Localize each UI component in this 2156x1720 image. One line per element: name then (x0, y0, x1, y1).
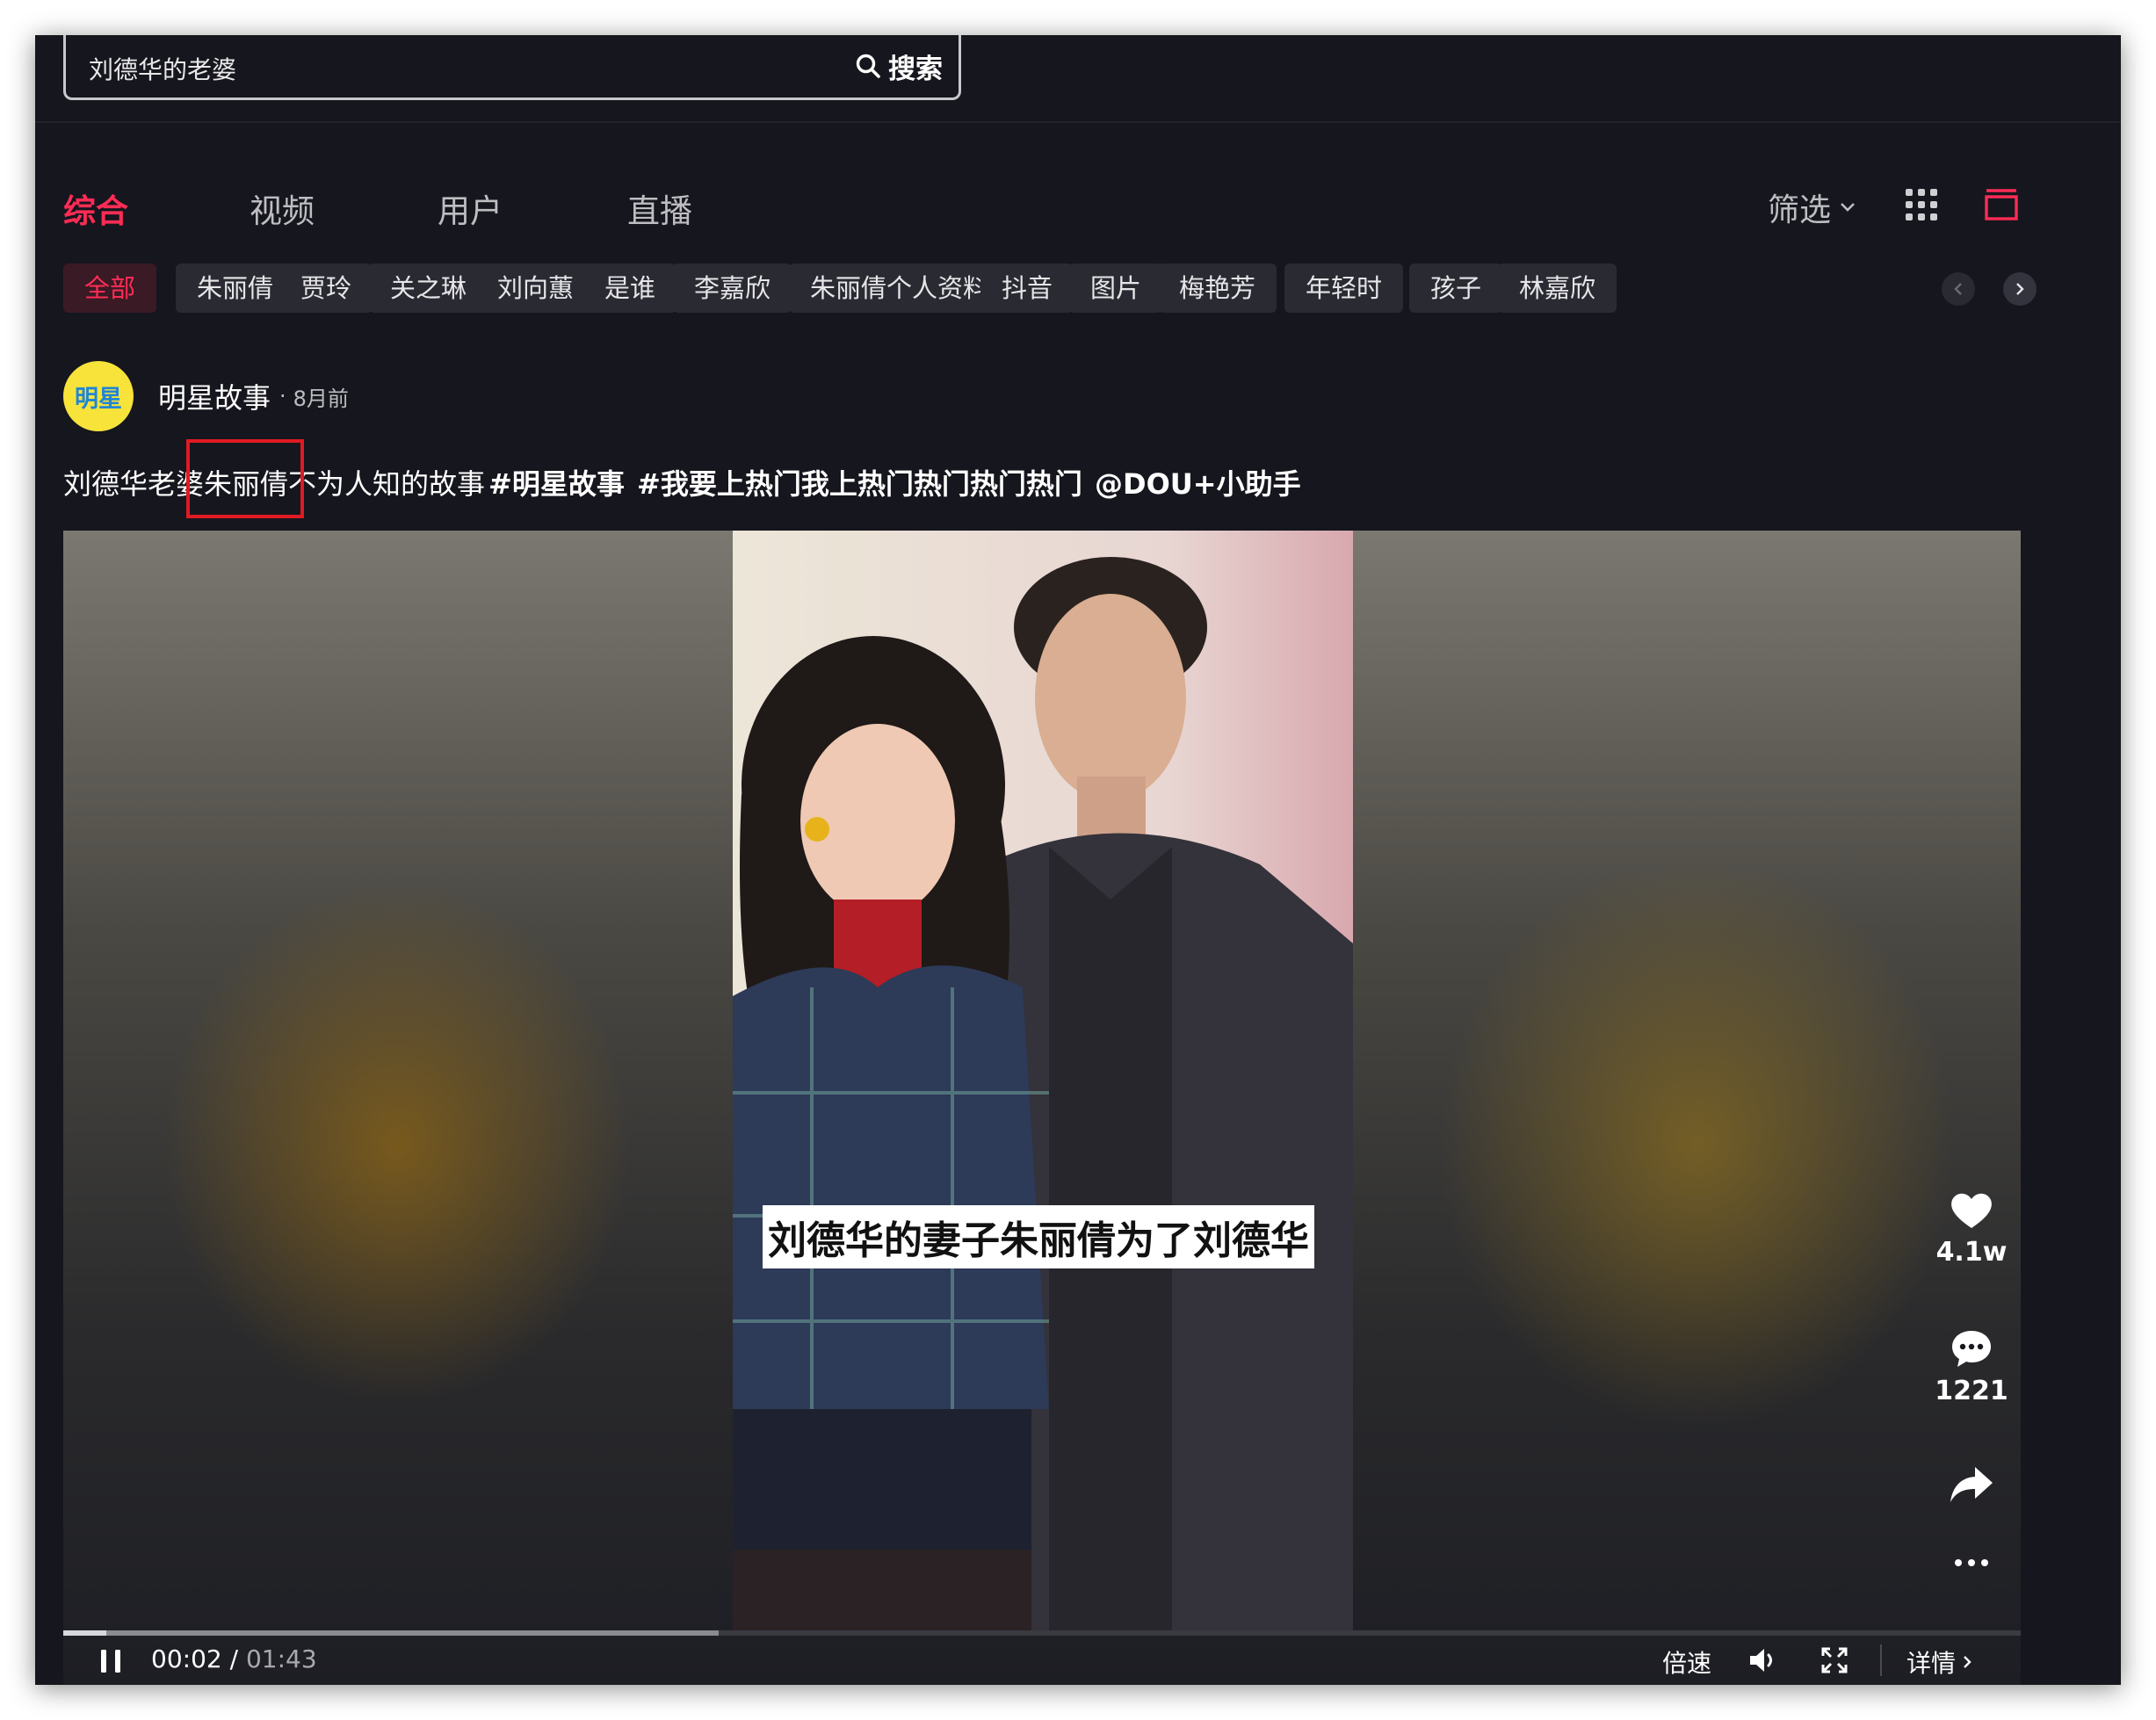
comment-icon (1952, 1331, 1991, 1367)
video-still-image (733, 531, 1353, 1630)
volume-icon[interactable] (1748, 1646, 1778, 1674)
share-icon (1950, 1467, 1993, 1502)
chevron-right-icon (1964, 1656, 1972, 1668)
chip[interactable]: 年轻时 (1284, 264, 1404, 313)
video-subtitle: 刘德华的妻子朱丽倩为了刘德华 (763, 1205, 1314, 1268)
more-button[interactable] (1919, 1558, 2021, 1567)
controls-divider (1880, 1644, 1882, 1676)
single-column-icon[interactable] (1984, 188, 2019, 221)
search-button-label: 搜索 (888, 53, 943, 85)
author-separator: · (279, 384, 286, 408)
filter-label: 筛选 (1768, 192, 1832, 228)
mention[interactable]: @DOU+小助手 (1095, 467, 1301, 501)
chip-all[interactable]: 全部 (63, 264, 157, 313)
share-button[interactable] (1919, 1465, 2021, 1504)
grid-icon[interactable] (1905, 188, 1938, 221)
comment-button[interactable]: 1221 (1919, 1328, 2021, 1406)
chip[interactable]: 朱丽倩个人资料 (789, 264, 1010, 313)
video-frame: 刘德华的妻子朱丽倩为了刘德华 (733, 531, 1353, 1630)
search-input[interactable]: 刘德华的老婆 (89, 51, 236, 86)
chips-next-button[interactable] (2003, 272, 2037, 306)
search-icon (856, 54, 880, 78)
hashtag[interactable]: #明星故事 (488, 467, 625, 501)
chips-prev-button[interactable] (1942, 272, 1975, 306)
details-button[interactable]: 详情 (1906, 1644, 1972, 1680)
player-controls: 00:02 / 01:43 倍速 详情 (63, 1636, 2021, 1685)
search-button[interactable]: 搜索 (855, 47, 943, 85)
chip[interactable]: 贾玲 (279, 264, 373, 313)
avatar-text: 明星 (75, 385, 122, 413)
time-display: 00:02 / 01:43 (151, 1644, 317, 1673)
post-time: 8月前 (293, 386, 349, 411)
hashtag[interactable]: #我要上热门我上热门热门热门热门 (637, 467, 1082, 501)
speed-button[interactable]: 倍速 (1662, 1644, 1711, 1680)
related-search-chips: 全部 朱丽倩 贾玲 关之琳 刘向蕙 是谁 李嘉欣 朱丽倩个人资料 抖音 图片 梅… (63, 264, 2110, 313)
more-icon (1955, 1559, 1988, 1566)
chip[interactable]: 关之琳 (369, 264, 488, 313)
chip[interactable]: 李嘉欣 (673, 264, 792, 313)
app-window: 刘德华的老婆 搜索 综合 视频 用户 直播 筛选 全部 朱丽倩 贾玲 关之琳 刘… (35, 35, 2121, 1685)
pause-icon[interactable] (98, 1648, 123, 1674)
chevron-down-icon (1841, 203, 1855, 212)
chevron-right-icon (2016, 283, 2024, 295)
comment-count: 1221 (1935, 1376, 2008, 1406)
tab-comprehensive[interactable]: 综合 (63, 184, 128, 232)
chip[interactable]: 朱丽倩 (176, 264, 295, 313)
chip[interactable]: 梅艳芳 (1158, 264, 1277, 313)
search-bar[interactable]: 刘德华的老婆 搜索 (63, 35, 961, 100)
chip[interactable]: 林嘉欣 (1498, 264, 1617, 313)
like-button[interactable]: 4.1w (1919, 1191, 2021, 1268)
details-label: 详情 (1906, 1649, 1957, 1678)
highlight-annotation-box (186, 439, 304, 518)
tab-live[interactable]: 直播 (627, 184, 692, 232)
author-name[interactable]: 明星故事 (158, 376, 271, 416)
chip[interactable]: 图片 (1069, 264, 1163, 313)
time-separator: / (229, 1644, 239, 1673)
video-player[interactable]: 刘德华的妻子朱丽倩为了刘德华 4.1w 1221 00:02 / 01:43 倍… (63, 531, 2021, 1685)
fullscreen-icon[interactable] (1820, 1646, 1849, 1674)
filter-button[interactable]: 筛选 (1768, 184, 1856, 230)
chip[interactable]: 孩子 (1409, 264, 1503, 313)
total-time: 01:43 (245, 1644, 317, 1673)
avatar[interactable]: 明星 (63, 361, 134, 431)
tab-videos[interactable]: 视频 (250, 184, 315, 232)
current-time: 00:02 (151, 1644, 222, 1673)
chip[interactable]: 抖音 (980, 264, 1074, 313)
tab-users[interactable]: 用户 (438, 184, 503, 232)
chevron-left-icon (1954, 283, 1962, 295)
heart-icon (1951, 1193, 1992, 1228)
like-count: 4.1w (1935, 1237, 2008, 1268)
chip[interactable]: 刘向蕙 (476, 264, 596, 313)
header-divider (35, 121, 2121, 123)
post-author: 明星 明星故事 · 8月前 (63, 360, 349, 432)
chip[interactable]: 是谁 (583, 264, 677, 313)
